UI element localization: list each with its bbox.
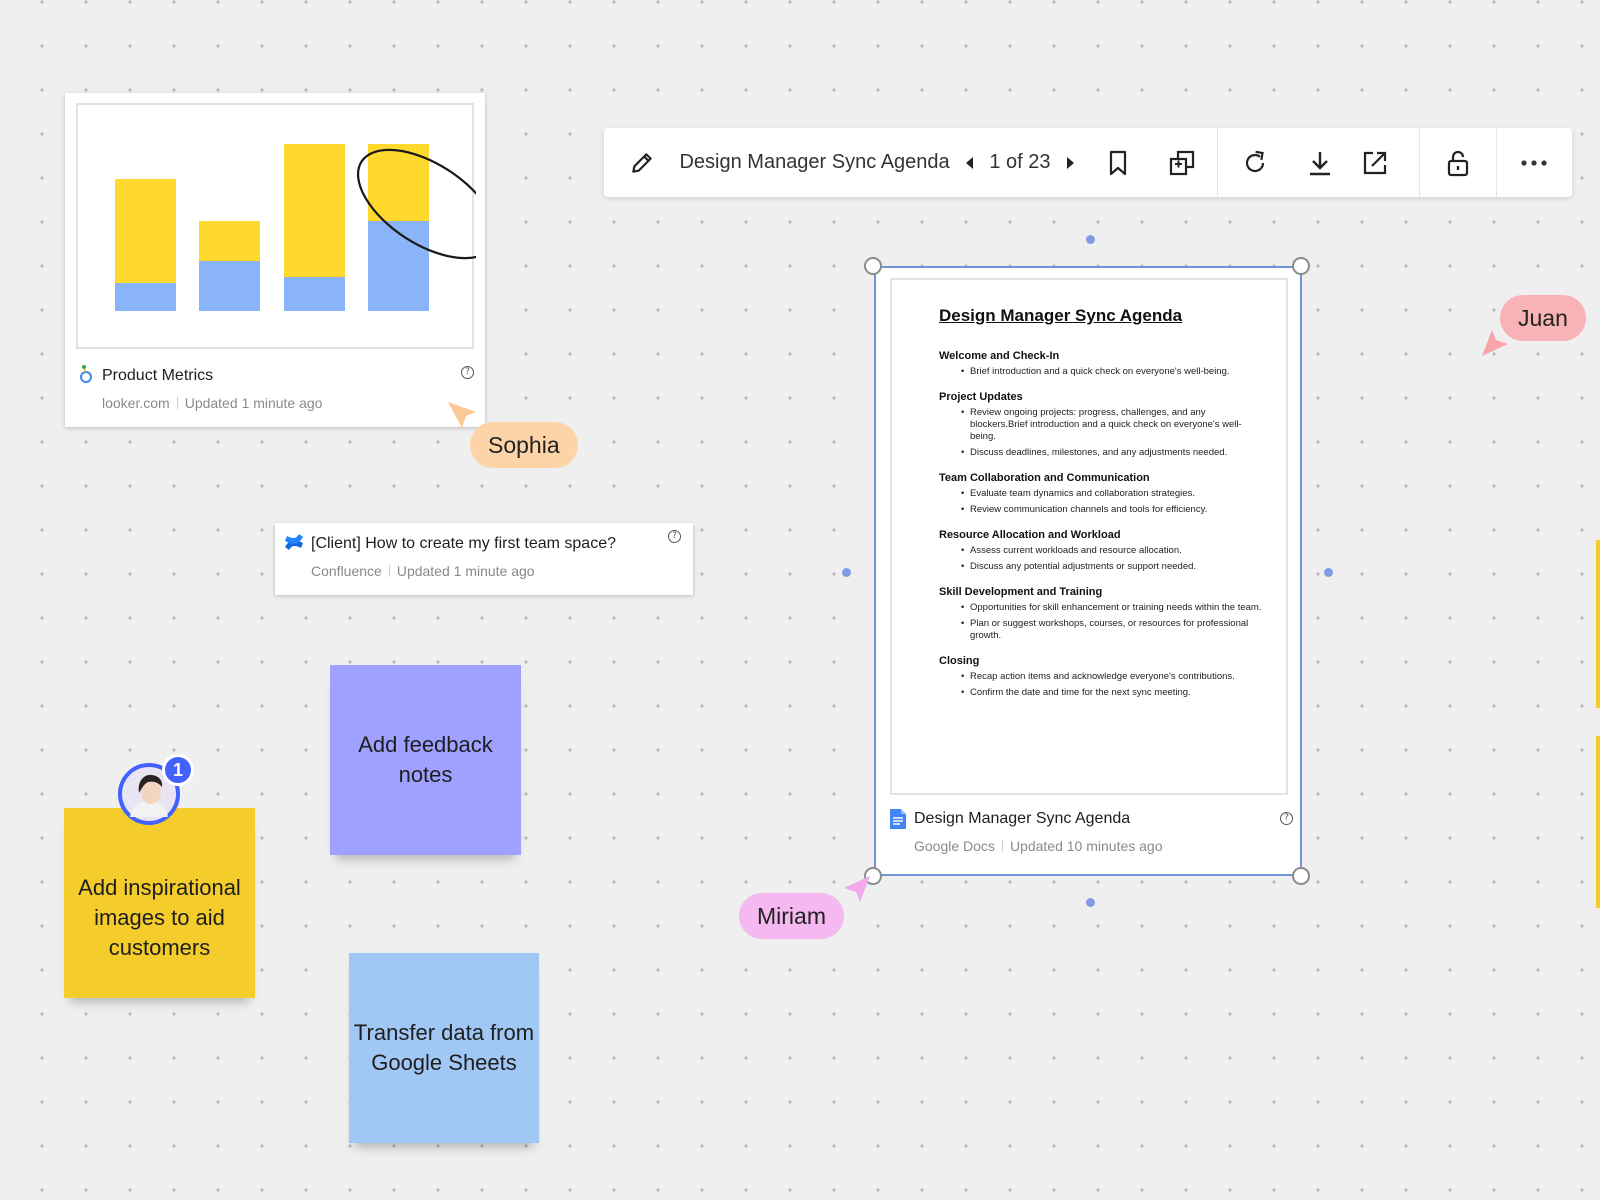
open-external-icon <box>1364 151 1387 174</box>
google-docs-icon <box>890 809 906 829</box>
card-title: Design Manager Sync Agenda <box>914 810 1131 827</box>
comment-count-badge: 1 <box>162 754 194 786</box>
refresh-icon <box>1246 150 1265 172</box>
confluence-card[interactable]: [Client] How to create my first team spa… <box>275 523 693 595</box>
product-metrics-card[interactable]: Product Metrics looker.com Updated 1 minu… <box>65 93 485 427</box>
resize-handle-top-left[interactable] <box>864 257 882 275</box>
bar-segment <box>284 277 345 311</box>
bookmark-button[interactable] <box>1090 128 1146 197</box>
doc-bullet: Assess current workloads and resource al… <box>939 545 1262 557</box>
resize-handle-top[interactable] <box>1086 235 1095 244</box>
updated-label: Updated 10 minutes ago <box>1009 838 1163 854</box>
doc-bullet: Evaluate team dynamics and collaboration… <box>939 488 1262 500</box>
more-button[interactable] <box>1497 128 1572 197</box>
duplicate-button[interactable] <box>1146 128 1218 197</box>
lock-button[interactable] <box>1420 128 1495 197</box>
doc-section-title: Project Updates <box>939 391 1023 403</box>
prev-page-button[interactable] <box>950 128 990 197</box>
next-page-icon <box>1067 156 1075 169</box>
edit-button[interactable] <box>604 128 679 197</box>
offscreen-sticky-note[interactable] <box>1596 736 1600 908</box>
doc-bullet: Recap action items and acknowledge every… <box>939 671 1262 683</box>
metrics-chart <box>115 144 476 311</box>
doc-section-title: Skill Development and Training <box>939 586 1103 598</box>
bar-segment <box>368 221 429 311</box>
open-external-button[interactable] <box>1347 128 1403 197</box>
bar-segment <box>115 283 176 311</box>
resize-handle-bottom[interactable] <box>1086 898 1095 907</box>
refresh-button[interactable] <box>1218 128 1291 197</box>
sticky-note[interactable]: Add feedback notes <box>330 665 521 855</box>
offscreen-sticky-note[interactable] <box>1596 540 1600 708</box>
doc-section-title: Team Collaboration and Communication <box>939 472 1150 484</box>
card-meta: Google Docs Updated 10 minutes ago <box>914 838 1163 854</box>
duplicate-icon <box>1169 150 1194 175</box>
next-page-button[interactable] <box>1051 128 1091 197</box>
doc-bullet: Plan or suggest workshops, courses, or r… <box>939 618 1262 642</box>
bar-segment <box>199 221 260 261</box>
doc-section-title: Closing <box>939 655 980 667</box>
doc-section: Team Collaboration and Communication Eval… <box>939 472 1262 516</box>
doc-bullet: Discuss any potential adjustments or sup… <box>939 561 1262 573</box>
help-icon[interactable]: ? <box>668 530 681 543</box>
card-title: Product Metrics <box>102 367 214 384</box>
doc-bullet: Confirm the date and time for the next s… <box>939 687 1262 699</box>
card-meta: Confluence Updated 1 minute ago <box>311 563 535 579</box>
help-icon[interactable]: ? <box>1280 812 1293 825</box>
collaborator-cursor-juan: Juan <box>1500 295 1586 341</box>
doc-section-title: Resource Allocation and Workload <box>939 529 1121 541</box>
doc-section: Closing Recap action items and acknowledg… <box>939 655 1262 699</box>
google-doc-card[interactable]: Design Manager Sync Agenda Welcome and C… <box>874 266 1302 876</box>
pencil-icon <box>631 152 652 173</box>
sticky-note[interactable]: Add inspirational images to aid customer… <box>64 808 255 998</box>
resize-handle-bottom-right[interactable] <box>1292 867 1310 885</box>
confluence-icon <box>285 534 303 550</box>
doc-section-title: Welcome and Check-In <box>939 350 1060 362</box>
cursor-pointer-icon <box>844 876 870 902</box>
doc-section: Resource Allocation and Workload Assess c… <box>939 529 1262 573</box>
updated-label: Updated 1 minute ago <box>396 563 535 579</box>
doc-bullet: Brief introduction and a quick check on … <box>939 366 1262 378</box>
updated-label: Updated 1 minute ago <box>184 395 323 411</box>
doc-heading: Design Manager Sync Agenda <box>939 306 1183 325</box>
collaborator-cursor-miriam: Miriam <box>739 893 844 939</box>
document-toolbar: Design Manager Sync Agenda 1 of 23 <box>604 128 1572 197</box>
lock-icon <box>1447 150 1468 176</box>
resize-handle-top-right[interactable] <box>1292 257 1310 275</box>
doc-section: Welcome and Check-In Brief introduction a… <box>939 350 1262 378</box>
looker-icon <box>80 365 92 383</box>
sticky-note[interactable]: Transfer data from Google Sheets <box>349 953 539 1143</box>
collaborator-cursor-sophia: Sophia <box>470 422 578 468</box>
doc-bullet: Opportunities for skill enhancement or t… <box>939 602 1262 614</box>
doc-bullet: Discuss deadlines, milestones, and any a… <box>939 447 1262 459</box>
source-label: Google Docs <box>914 838 995 854</box>
download-button[interactable] <box>1292 128 1348 197</box>
resize-handle-left[interactable] <box>842 568 851 577</box>
toolbar-doc-title: Design Manager Sync Agenda <box>679 151 950 173</box>
bar-segment <box>199 261 260 311</box>
bar-segment <box>284 144 345 277</box>
cursor-pointer-icon <box>448 402 476 428</box>
download-icon <box>1309 151 1330 175</box>
help-icon[interactable]: ? <box>461 366 474 379</box>
card-title: [Client] How to create my first team spa… <box>311 535 616 552</box>
prev-page-icon <box>965 156 973 169</box>
bookmark-icon <box>1109 150 1127 175</box>
source-label: Confluence <box>311 563 382 579</box>
source-label: looker.com <box>102 395 170 411</box>
page-indicator: 1 of 23 <box>989 151 1051 173</box>
doc-preview-page: Design Manager Sync Agenda Welcome and C… <box>890 278 1288 795</box>
card-meta: looker.com Updated 1 minute ago <box>102 395 322 411</box>
doc-bullet: Review communication channels and tools … <box>939 504 1262 516</box>
metrics-chart-preview <box>76 103 476 349</box>
resize-handle-right[interactable] <box>1324 568 1333 577</box>
doc-section: Skill Development and Training Opportunit… <box>939 586 1262 642</box>
bar-segment <box>115 179 176 283</box>
doc-section: Project Updates Review ongoing projects: … <box>939 391 1262 459</box>
doc-bullet: Review ongoing projects: progress, chall… <box>939 407 1262 443</box>
more-icon <box>1521 159 1547 166</box>
doc-sections: Welcome and Check-In Brief introduction a… <box>939 350 1262 699</box>
